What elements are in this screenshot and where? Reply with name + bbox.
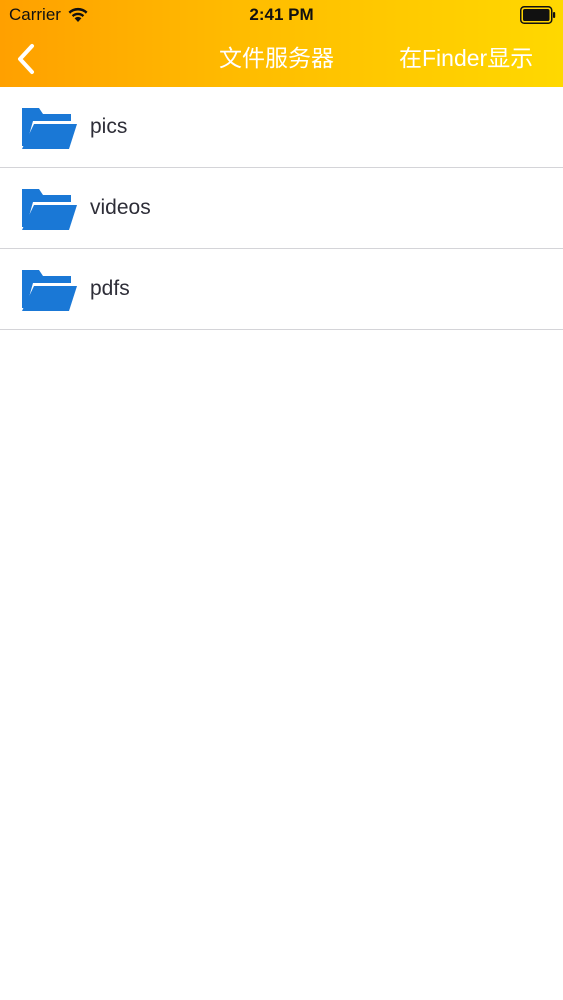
- back-button[interactable]: [12, 42, 42, 76]
- battery-icon: [520, 6, 556, 24]
- folder-label: videos: [90, 196, 151, 219]
- folder-open-icon: [22, 189, 77, 230]
- chevron-left-icon: [18, 44, 34, 74]
- folder-open-icon: [22, 270, 77, 311]
- navigation-bar: 文件服务器 在Finder显示: [0, 30, 563, 87]
- status-time: 2:41 PM: [249, 5, 314, 24]
- list-item[interactable]: videos: [0, 168, 563, 249]
- folder-label: pdfs: [90, 277, 130, 300]
- folder-list: pics videos pdfs: [0, 87, 563, 330]
- show-in-finder-button[interactable]: 在Finder显示: [399, 43, 533, 73]
- top-bar: Carrier 2:41 PM 文件服务器 在Finder显示: [0, 0, 563, 87]
- list-item[interactable]: pdfs: [0, 249, 563, 330]
- page-title: 文件服务器: [219, 45, 334, 71]
- status-bar: Carrier 2:41 PM: [0, 0, 563, 30]
- list-item[interactable]: pics: [0, 87, 563, 168]
- folder-open-icon: [22, 108, 77, 149]
- folder-label: pics: [90, 115, 128, 138]
